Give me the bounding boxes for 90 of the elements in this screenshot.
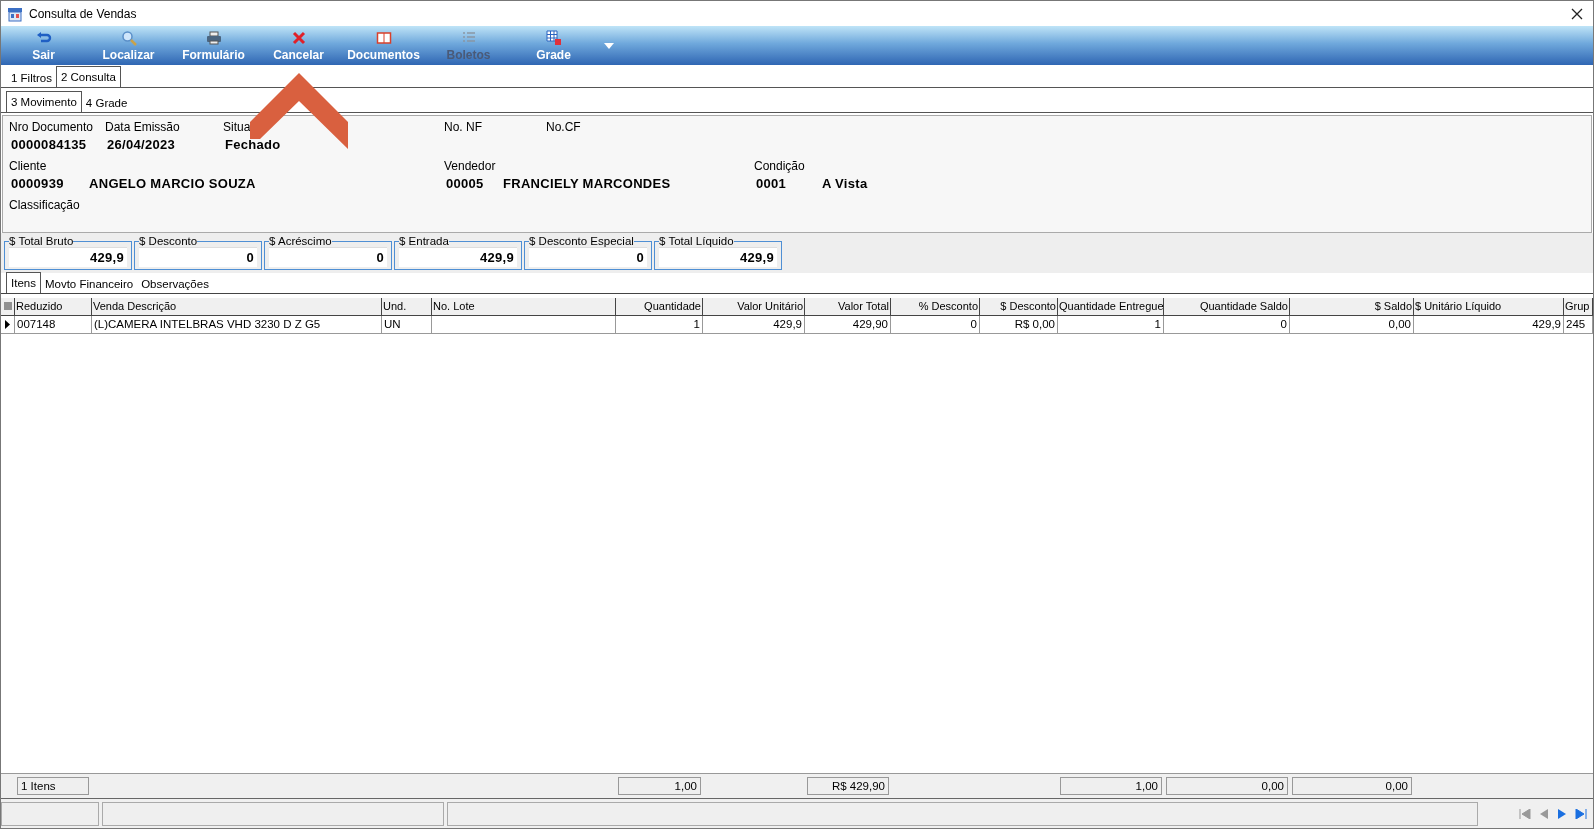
cross-icon bbox=[290, 29, 307, 46]
field-value: 0000939 bbox=[10, 175, 65, 193]
table-cell: (L)CAMERA INTELBRAS VHD 3230 D Z G5 bbox=[92, 316, 382, 334]
value-field: 0 bbox=[139, 247, 257, 267]
group-label: $ Desconto Especial bbox=[529, 235, 634, 247]
column-total: 1,00 bbox=[1060, 777, 1162, 795]
column-header[interactable]: Quantidade Entregue bbox=[1058, 298, 1164, 316]
field-value: FRANCIELY MARCONDES bbox=[502, 175, 671, 193]
column-total: R$ 429,90 bbox=[807, 777, 889, 795]
column-header[interactable]: Reduzido bbox=[15, 298, 92, 316]
column-header[interactable]: No. Lote bbox=[432, 298, 616, 316]
table-cell: 0,00 bbox=[1290, 316, 1414, 334]
table-cell: 007148 bbox=[15, 316, 92, 334]
field-label: Cliente bbox=[9, 159, 48, 174]
tab[interactable]: Observações bbox=[137, 274, 213, 293]
column-total: 1,00 bbox=[618, 777, 701, 795]
group-label: $ Total Líquido bbox=[659, 235, 734, 247]
group-label: $ Acréscimo bbox=[269, 235, 332, 247]
tab[interactable]: Movto Financeiro bbox=[40, 274, 138, 293]
table-cell: R$ 0,00 bbox=[980, 316, 1058, 334]
column-header[interactable]: % Desconto bbox=[891, 298, 980, 316]
field-label: No.CF bbox=[546, 120, 581, 135]
field-label: Data Emissão bbox=[105, 120, 181, 135]
toolbar-button[interactable]: Localizar bbox=[86, 26, 171, 65]
field-value: 0000084135 bbox=[10, 136, 88, 154]
value-field: 0 bbox=[529, 247, 647, 267]
table-cell: 429,9 bbox=[703, 316, 805, 334]
first-record-icon[interactable] bbox=[1519, 809, 1531, 819]
close-icon[interactable] bbox=[1571, 7, 1583, 20]
column-header[interactable]: $ Unitário Líquido bbox=[1414, 298, 1564, 316]
value-field: 429,9 bbox=[399, 247, 517, 267]
field-label: Classificação bbox=[9, 198, 80, 213]
field-value: ANGELO MARCIO SOUZA bbox=[88, 175, 256, 193]
column-header[interactable]: Quantidade bbox=[616, 298, 703, 316]
table-cell: 0 bbox=[1164, 316, 1290, 334]
group-label: $ Total Bruto bbox=[9, 235, 74, 247]
table-cell: 429,9 bbox=[1414, 316, 1564, 334]
table-cell: 1 bbox=[1058, 316, 1164, 334]
last-record-icon[interactable] bbox=[1575, 809, 1587, 819]
toolbar-button[interactable]: Cancelar bbox=[256, 26, 341, 65]
table-cell: UN bbox=[382, 316, 432, 334]
toolbar-button[interactable]: Formulário bbox=[171, 26, 256, 65]
column-header[interactable]: Und. bbox=[382, 298, 432, 316]
field-label: Condição bbox=[754, 159, 806, 174]
field-label: Vendedor bbox=[444, 159, 497, 174]
window-title: Consulta de Vendas bbox=[29, 6, 138, 21]
field-value: 0001 bbox=[755, 175, 788, 193]
toolbar-button[interactable]: Grade bbox=[511, 26, 596, 65]
search-icon bbox=[120, 29, 137, 46]
value-field: 429,9 bbox=[659, 247, 777, 267]
column-header[interactable]: $ Saldo bbox=[1290, 298, 1414, 316]
group-label: $ Entrada bbox=[399, 235, 449, 247]
dropdown-caret-icon[interactable] bbox=[604, 42, 614, 49]
group-label: $ Desconto bbox=[139, 235, 198, 247]
table-cell: 429,90 bbox=[805, 316, 891, 334]
column-header[interactable]: Quantidade Saldo bbox=[1164, 298, 1290, 316]
item-count: 1 Itens bbox=[17, 777, 89, 795]
tab[interactable]: Itens bbox=[6, 272, 41, 293]
column-total: 0,00 bbox=[1166, 777, 1288, 795]
column-total: 0,00 bbox=[1292, 777, 1412, 795]
previous-record-icon[interactable] bbox=[1539, 809, 1549, 819]
field-label: Nro Documento bbox=[9, 120, 95, 135]
column-chooser-icon[interactable] bbox=[3, 302, 12, 311]
field-value: Fechado bbox=[224, 136, 282, 154]
tab[interactable]: 4 Grade bbox=[81, 93, 132, 112]
field-label: Situa bbox=[223, 120, 252, 135]
book-icon bbox=[375, 29, 392, 46]
column-header[interactable]: Valor Unitário bbox=[703, 298, 805, 316]
tab[interactable]: 3 Movimento bbox=[6, 91, 82, 112]
value-field: 0 bbox=[269, 247, 387, 267]
field-value: 00005 bbox=[445, 175, 485, 193]
field-label: No. NF bbox=[444, 120, 483, 135]
field-value: 26/04/2023 bbox=[106, 136, 177, 154]
field-value: A Vista bbox=[821, 175, 868, 193]
column-header[interactable]: $ Desconto bbox=[980, 298, 1058, 316]
grid-icon bbox=[545, 29, 562, 46]
column-header[interactable]: Valor Total bbox=[805, 298, 891, 316]
column-header[interactable]: Grup bbox=[1564, 298, 1593, 316]
toolbar-button[interactable]: Documentos bbox=[341, 26, 426, 65]
toolbar-button[interactable]: Sair bbox=[1, 26, 86, 65]
tab[interactable]: 2 Consulta bbox=[55, 66, 121, 87]
tab[interactable]: 1 Filtros bbox=[7, 68, 56, 87]
next-record-icon[interactable] bbox=[1557, 809, 1567, 819]
column-header[interactable]: Venda Descrição bbox=[92, 298, 382, 316]
printer-icon bbox=[205, 29, 222, 46]
app-icon bbox=[7, 5, 23, 22]
table-cell: 1 bbox=[616, 316, 703, 334]
table-cell: 0 bbox=[891, 316, 980, 334]
table-cell: 245 bbox=[1564, 316, 1593, 334]
value-field: 429,9 bbox=[9, 247, 127, 267]
